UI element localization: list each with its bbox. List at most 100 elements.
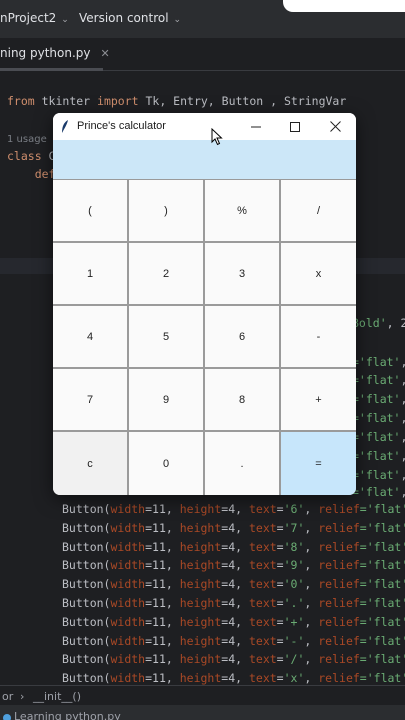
code-token: '0' bbox=[283, 577, 305, 591]
code-token: height bbox=[179, 540, 222, 554]
code-token: , bbox=[304, 671, 319, 685]
bottom-file-label: Learning python.py bbox=[14, 710, 121, 720]
code-token: width bbox=[110, 615, 146, 629]
code-token: =11, bbox=[145, 652, 180, 666]
close-paren-button[interactable]: ) bbox=[129, 180, 203, 241]
code-token: width bbox=[110, 521, 146, 535]
code-token: =4, bbox=[221, 615, 249, 629]
digit-7-button[interactable]: 7 bbox=[53, 369, 127, 430]
code-token: relief bbox=[318, 652, 360, 666]
code-token: from bbox=[7, 94, 35, 108]
code-line: def bbox=[7, 166, 56, 182]
multiply-button[interactable]: x bbox=[281, 243, 356, 304]
code-token: Tk, Entry, Button , StringVar bbox=[138, 94, 347, 108]
code-token: Button( bbox=[62, 502, 111, 516]
code-line: ='flat', bbox=[352, 448, 405, 464]
code-token: text bbox=[248, 558, 277, 572]
equals-button[interactable]: = bbox=[281, 432, 356, 495]
maximize-icon bbox=[290, 121, 300, 132]
vcs-selector[interactable]: Version control ⌄ bbox=[79, 11, 181, 25]
calculator-display[interactable] bbox=[53, 140, 356, 180]
close-icon bbox=[329, 121, 341, 132]
close-icon[interactable]: ✕ bbox=[101, 47, 110, 60]
code-token: , bbox=[400, 468, 405, 482]
code-token: = bbox=[276, 540, 284, 554]
code-token: ='flat', bbox=[359, 540, 405, 554]
code-line: Button(width=11, height=4, text='+', rel… bbox=[62, 614, 405, 630]
percent-button[interactable]: % bbox=[205, 180, 279, 241]
code-token: =11, bbox=[145, 671, 180, 685]
decimal-button[interactable]: . bbox=[205, 432, 279, 495]
code-token: height bbox=[179, 615, 222, 629]
code-token: , bbox=[304, 502, 319, 516]
code-token: width bbox=[110, 577, 146, 591]
divide-button[interactable]: / bbox=[281, 180, 356, 241]
bottom-file-tab[interactable]: Learning python.py bbox=[0, 705, 405, 720]
file-tab[interactable]: ning python.py ✕ bbox=[0, 46, 110, 60]
minus-button[interactable]: - bbox=[281, 306, 356, 367]
code-token: =11, bbox=[145, 577, 180, 591]
digit-5-button[interactable]: 5 bbox=[129, 306, 203, 367]
code-token: relief bbox=[318, 671, 360, 685]
maximize-button[interactable] bbox=[275, 113, 315, 140]
code-token: text bbox=[248, 577, 277, 591]
close-button[interactable] bbox=[315, 113, 355, 140]
chevron-down-icon: ⌄ bbox=[173, 15, 182, 25]
digit-2-button[interactable]: 2 bbox=[129, 243, 203, 304]
overlay-corner bbox=[283, 0, 405, 12]
code-token: class bbox=[7, 149, 42, 163]
code-token: , bbox=[304, 540, 319, 554]
code-token: '/' bbox=[283, 652, 305, 666]
code-token: width bbox=[110, 502, 146, 516]
window-titlebar[interactable]: Prince's calculator bbox=[53, 113, 356, 140]
digit-3-button[interactable]: 3 bbox=[205, 243, 279, 304]
digit-8-button[interactable]: 8 bbox=[205, 369, 279, 430]
digit-0-button[interactable]: 0 bbox=[129, 432, 203, 495]
code-token: Button( bbox=[62, 521, 111, 535]
code-token: text bbox=[248, 615, 277, 629]
code-token: 'x' bbox=[283, 671, 305, 685]
digit-1-button[interactable]: 1 bbox=[53, 243, 127, 304]
code-line: ='flat', bbox=[352, 372, 405, 388]
breadcrumb-class[interactable]: or bbox=[2, 690, 13, 703]
minimize-button[interactable] bbox=[236, 113, 276, 140]
code-token: = bbox=[276, 615, 284, 629]
code-token: , bbox=[400, 485, 405, 499]
code-token: height bbox=[179, 652, 222, 666]
code-token: ='flat' bbox=[352, 373, 401, 387]
code-token: ='flat', bbox=[359, 558, 405, 572]
code-token: =4, bbox=[221, 502, 249, 516]
open-paren-button[interactable]: ( bbox=[53, 180, 127, 241]
code-token: text bbox=[248, 596, 277, 610]
digit-6-button[interactable]: 6 bbox=[205, 306, 279, 367]
code-line: Button(width=11, height=4, text='8', rel… bbox=[62, 539, 405, 555]
plus-button[interactable]: + bbox=[281, 369, 356, 430]
code-token: , bbox=[304, 577, 319, 591]
digit-4-button[interactable]: 4 bbox=[53, 306, 127, 367]
code-token: height bbox=[179, 671, 222, 685]
code-token: width bbox=[110, 596, 146, 610]
clear-button[interactable]: c bbox=[53, 432, 127, 495]
code-token: , bbox=[400, 392, 405, 406]
code-token: ='flat', bbox=[359, 634, 405, 648]
code-line: Button(width=11, height=4, text='6', rel… bbox=[62, 501, 405, 517]
code-token: height bbox=[179, 634, 222, 648]
code-token: text bbox=[248, 502, 277, 516]
code-token: height bbox=[179, 577, 222, 591]
digit-9-button[interactable]: 9 bbox=[129, 369, 203, 430]
breadcrumb-function[interactable]: __init__() bbox=[33, 690, 81, 703]
code-token: , 2 bbox=[386, 316, 405, 330]
code-line: Bold', 2 bbox=[352, 315, 405, 331]
project-selector[interactable]: nProject2 ⌄ bbox=[0, 11, 69, 25]
code-token: relief bbox=[318, 558, 360, 572]
code-token: = bbox=[276, 652, 284, 666]
code-token: import bbox=[97, 94, 139, 108]
code-token: =11, bbox=[145, 558, 180, 572]
code-token: Button( bbox=[62, 577, 111, 591]
code-token: text bbox=[248, 671, 277, 685]
code-token: width bbox=[110, 540, 146, 554]
code-token: ='flat', bbox=[359, 521, 405, 535]
calculator-window: Prince's calculator ()%/ 1 2 3 x 4 5 6- 7 9 8 + c 0. = bbox=[53, 113, 356, 495]
code-token: height bbox=[179, 558, 222, 572]
code-token: =4, bbox=[221, 596, 249, 610]
